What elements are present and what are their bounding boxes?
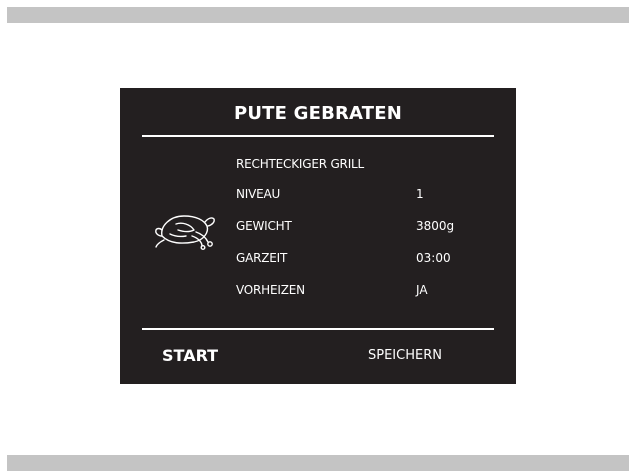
- roast-poultry-icon: [155, 215, 215, 250]
- param-value: 1: [416, 187, 424, 201]
- param-value: 03:00: [416, 251, 451, 265]
- display-panel: PUTE GEBRATEN RECHTECKIGER GRILL NIVEAU …: [120, 88, 516, 384]
- param-label: GEWICHT: [236, 219, 292, 233]
- page-title: PUTE GEBRATEN: [233, 103, 403, 124]
- program-label: RECHTECKIGER GRILL: [236, 157, 365, 171]
- start-button[interactable]: START: [162, 346, 218, 365]
- title-divider: [142, 135, 494, 137]
- param-label: GARZEIT: [236, 251, 288, 265]
- param-row-vorheizen[interactable]: VORHEIZEN JA: [236, 283, 496, 315]
- parameter-list: NIVEAU 1 GEWICHT 3800g GARZEIT 03:00 VOR…: [236, 187, 496, 315]
- param-row-garzeit[interactable]: GARZEIT 03:00: [236, 251, 496, 283]
- param-label: NIVEAU: [236, 187, 281, 201]
- param-row-niveau[interactable]: NIVEAU 1: [236, 187, 496, 219]
- param-value: 3800g: [416, 219, 455, 233]
- footer-divider: [142, 328, 494, 330]
- save-button[interactable]: SPEICHERN: [368, 348, 442, 363]
- param-value: JA: [416, 283, 428, 297]
- page: PUTE GEBRATEN RECHTECKIGER GRILL NIVEAU …: [0, 0, 635, 475]
- top-bar: [7, 7, 629, 23]
- bottom-bar: [7, 455, 629, 471]
- param-row-gewicht[interactable]: GEWICHT 3800g: [236, 219, 496, 251]
- param-label: VORHEIZEN: [236, 283, 305, 297]
